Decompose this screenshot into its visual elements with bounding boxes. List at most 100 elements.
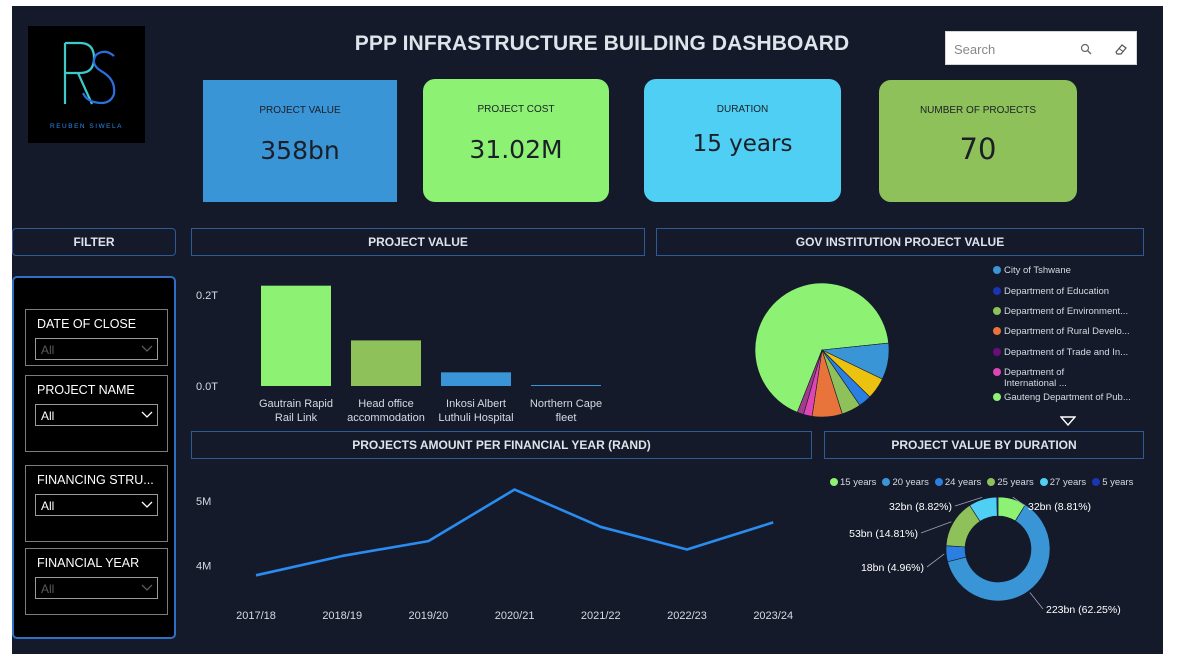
logo-mark: REUBEN SIWELA (50, 41, 121, 130)
series-line[interactable] (255, 488, 774, 577)
data-label: 53bn (14.81%) (849, 528, 918, 540)
by-duration-header: PROJECT VALUE BY DURATION (824, 431, 1144, 459)
legend-item[interactable]: 25 years (987, 477, 1034, 488)
search-box[interactable] (945, 31, 1137, 65)
dropdown-value: All (41, 409, 55, 423)
filter-header: FILTER (12, 228, 176, 256)
filter-panel: DATE OF CLOSE All PROJECT NAME All FINAN… (12, 276, 176, 639)
label-leader (926, 553, 945, 568)
legend-dot-icon (934, 478, 943, 486)
data-point[interactable] (253, 572, 259, 578)
legend-item[interactable]: Department of International ... (993, 367, 1067, 389)
donut-chart-svg: 32bn (8.81%) 223bn (62.25%) 18bn (4.96%) 53… (849, 496, 1121, 616)
dropdown-value: All (41, 343, 55, 357)
line-chart-svg: 5M 4M 2017/18 2018/19 2019/20 2020/21 2021/22 2… (196, 487, 793, 622)
project-value-header: PROJECT VALUE (191, 228, 645, 256)
legend-item[interactable]: Department of Education (993, 286, 1109, 297)
pie-legend: City of Tshwane Department of Education De… (993, 265, 1153, 415)
legend-item[interactable]: Department of Environment... (993, 306, 1128, 317)
date-of-close-dropdown[interactable]: All (35, 338, 158, 360)
legend-item[interactable]: 20 years (882, 477, 929, 488)
kpi-value: 358bn (260, 136, 340, 165)
data-point[interactable] (425, 538, 431, 544)
donut-legend: 15 years 20 years 24 years 25 years 27 years… (830, 472, 1150, 488)
legend-dot-icon (987, 478, 996, 486)
kpi-value: 70 (959, 132, 997, 166)
financial-year-filter: FINANCIAL YEAR All (25, 548, 168, 615)
y-tick-label: 0.0T (196, 381, 218, 393)
legend-label: Gauteng Department of Pub... (1004, 392, 1131, 403)
logo: REUBEN SIWELA (28, 26, 145, 143)
legend-dot-icon (993, 266, 1001, 274)
legend-item[interactable]: Gauteng Department of Pub... (993, 392, 1131, 403)
scroll-down-icon[interactable] (1060, 416, 1076, 426)
legend-item[interactable]: Department of Rural Develo... (993, 326, 1130, 337)
data-point[interactable] (512, 487, 518, 493)
legend-item[interactable]: 5 years (1092, 477, 1133, 488)
financial-year-line-chart: 5M 4M 2017/18 2018/19 2019/20 2020/21 2021/22 2… (191, 465, 812, 635)
kpi-duration: DURATION 15 years (644, 79, 841, 202)
legend-label: Department of Rural Develo... (1004, 326, 1130, 337)
search-icon[interactable] (1080, 43, 1092, 55)
legend-dot-icon (993, 307, 1001, 315)
legend-item[interactable]: City of Tshwane (993, 265, 1071, 276)
y-tick-label: 4M (196, 561, 211, 573)
legend-label: Department of International ... (1004, 367, 1067, 389)
donut-slice[interactable] (996, 496, 999, 517)
y-tick-label: 5M (196, 496, 211, 508)
legend-dot-icon (830, 478, 838, 486)
per-financial-year-header: PROJECTS AMOUNT PER FINANCIAL YEAR (RAND… (191, 431, 812, 459)
bar[interactable] (351, 340, 421, 386)
x-tick-label: 2019/20 (409, 610, 449, 622)
legend-label: 5 years (1102, 477, 1134, 488)
legend-item[interactable]: 15 years (830, 477, 876, 488)
data-point[interactable] (339, 553, 345, 559)
legend-label: 25 years (997, 477, 1034, 488)
data-label: 32bn (8.82%) (889, 501, 952, 513)
legend-item[interactable]: 24 years (934, 477, 981, 488)
gov-institution-header: GOV INSTITUTION PROJECT VALUE (656, 228, 1144, 256)
data-point[interactable] (770, 519, 776, 525)
legend-label: 27 years (1049, 477, 1087, 488)
eraser-icon[interactable] (1113, 42, 1127, 55)
kpi-label: PROJECT VALUE (259, 105, 341, 116)
data-label: 223bn (62.25%) (1046, 604, 1121, 616)
financial-year-dropdown[interactable]: All (35, 577, 158, 599)
category-label: Gautrain Rapid Rail Link (259, 398, 333, 424)
project-name-filter: PROJECT NAME All (25, 375, 168, 452)
data-label: 32bn (8.81%) (1028, 501, 1091, 513)
legend-dot-icon (882, 478, 891, 486)
bar[interactable] (531, 385, 601, 386)
chevron-down-icon (141, 345, 153, 352)
financing-structure-dropdown[interactable]: All (35, 494, 158, 516)
bar[interactable] (261, 285, 331, 386)
legend-dot-icon (993, 348, 1001, 356)
legend-item[interactable]: 27 years (1039, 477, 1087, 488)
data-point[interactable] (598, 524, 604, 530)
legend-dot-icon (993, 393, 1001, 401)
legend-dot-icon (993, 287, 1001, 295)
search-input[interactable] (954, 39, 1074, 59)
legend-label: 20 years (892, 477, 929, 488)
chevron-down-icon (141, 584, 153, 591)
label-leader (1029, 592, 1044, 610)
legend-label: Department of Trade and In... (1004, 347, 1129, 358)
filter-label: FINANCIAL YEAR (37, 556, 140, 570)
pie-chart-svg (754, 282, 890, 418)
kpi-project-cost: PROJECT COST 31.02M (423, 79, 609, 202)
kpi-value: 15 years (692, 131, 793, 157)
y-tick-label: 0.2T (196, 290, 218, 302)
kpi-label: NUMBER OF PROJECTS (919, 105, 1037, 116)
project-name-dropdown[interactable]: All (35, 404, 158, 426)
x-tick-label: 2020/21 (495, 610, 535, 622)
legend-item[interactable]: Department of Trade and In... (993, 347, 1128, 358)
filter-label: PROJECT NAME (37, 383, 135, 397)
dropdown-value: All (41, 499, 55, 513)
bar[interactable] (441, 372, 511, 386)
category-label: Inkosi Albert Luthuli Hospital (438, 398, 513, 424)
legend-label: Department of Education (1004, 286, 1110, 297)
data-point[interactable] (684, 547, 690, 553)
filter-label: DATE OF CLOSE (37, 317, 137, 331)
legend-dot-icon (993, 327, 1001, 335)
kpi-label: PROJECT COST (477, 104, 555, 115)
